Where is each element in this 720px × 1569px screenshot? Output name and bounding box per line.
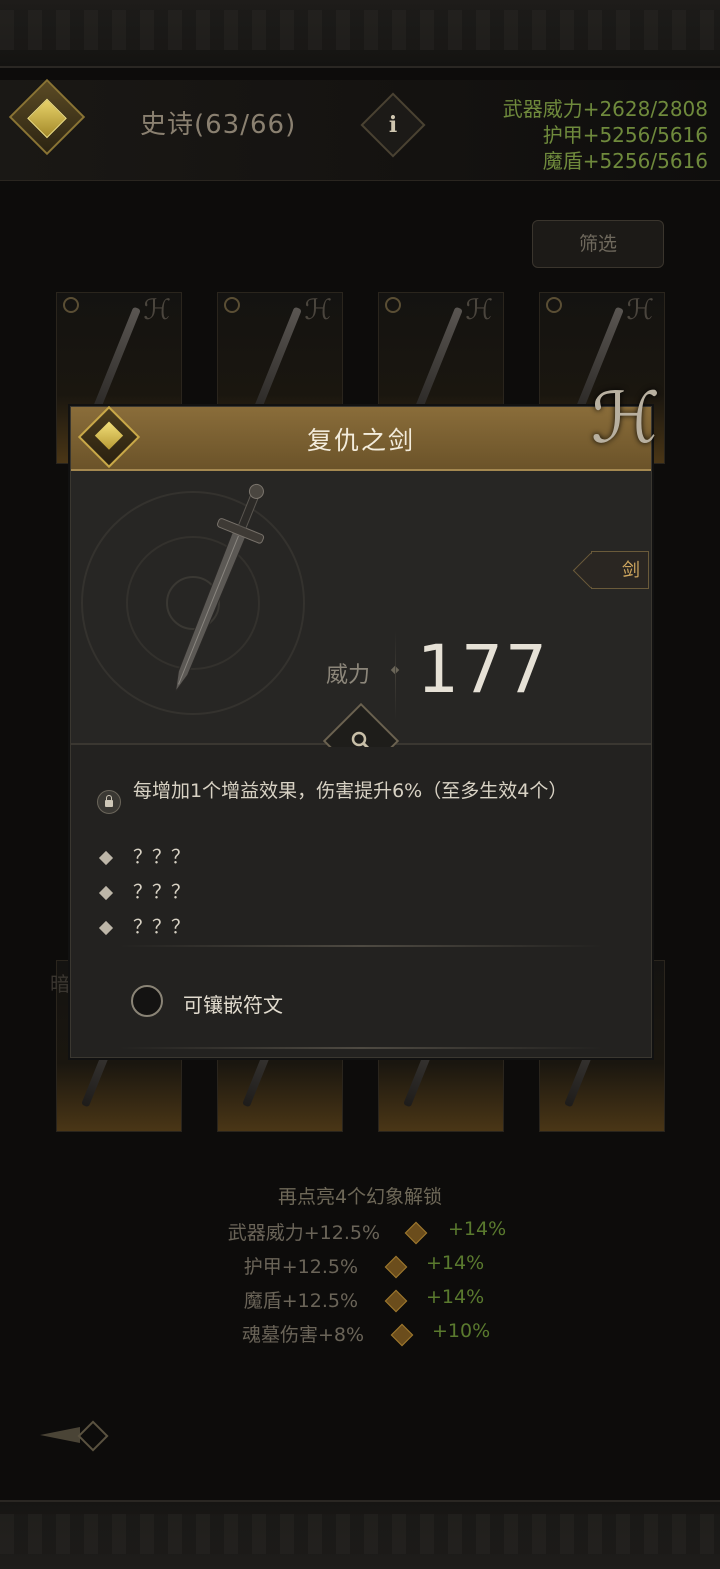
power-label: 威力 <box>326 663 371 688</box>
effect-row: ？？？ <box>98 880 621 905</box>
sword-icon <box>175 483 265 693</box>
rune-slot-label: 可镶嵌符文 <box>183 993 283 1017</box>
effect-text: ？？？ <box>133 846 191 868</box>
bonus-armor: 护甲+5256/5616 <box>542 123 708 147</box>
lock-icon <box>97 790 121 814</box>
effect-row: ？？？ <box>98 845 621 870</box>
back-arrow-icon <box>40 1427 80 1443</box>
unlock-row: 魔盾+12.5% +14% <box>0 1286 720 1316</box>
divider <box>119 945 603 947</box>
effect-text: ？？？ <box>133 916 191 938</box>
unlock-next: +10% <box>432 1320 491 1342</box>
divider <box>119 1047 603 1049</box>
unlock-row: 武器威力+12.5% +14% <box>0 1218 720 1248</box>
bullet-icon <box>98 885 114 901</box>
bottom-ornament-frame <box>0 1500 720 1569</box>
unlock-current: 护甲+12.5% <box>243 1256 358 1278</box>
weapon-detail-modal: 复仇之剑 ℋ 剑 威力 177 每增加1个增益效果，伤害提升6%（至多生效4个）… <box>70 377 660 1058</box>
weapon-type-tag: 剑 <box>591 551 649 589</box>
back-diamond-icon <box>77 1420 109 1452</box>
arrow-icon <box>404 1221 428 1245</box>
back-button[interactable] <box>30 1405 130 1465</box>
rarity-title[interactable]: 史诗(63/66) <box>140 104 296 141</box>
bonus-magic-shield: 魔盾+5256/5616 <box>542 149 708 173</box>
unlock-next: +14% <box>426 1286 485 1308</box>
filter-button[interactable]: 筛选 <box>532 220 664 268</box>
effect-row: ？？？ <box>98 915 621 940</box>
bonus-weapon-power: 武器威力+2628/2808 <box>502 97 708 121</box>
unlock-row: 护甲+12.5% +14% <box>0 1252 720 1282</box>
effect-text: ？？？ <box>133 881 191 903</box>
arrow-icon <box>384 1255 408 1279</box>
crest-icon: ℋ <box>591 377 661 459</box>
unlock-current: 魔盾+12.5% <box>243 1290 358 1312</box>
power-value: 177 <box>417 631 549 708</box>
unlock-title: 再点亮4个幻象解锁 <box>277 1186 443 1208</box>
bullet-icon <box>98 920 114 936</box>
effect-text: 每增加1个增益效果，伤害提升6%（至多生效4个） <box>133 780 568 802</box>
top-ornament-frame <box>0 0 720 68</box>
rune-slot-radio[interactable] <box>131 985 163 1017</box>
bullet-icon <box>98 850 114 866</box>
unlock-next: +14% <box>448 1218 507 1240</box>
card-name-partial: 暗 <box>50 972 70 996</box>
collection-bonus: 武器威力+2628/2808 护甲+5256/5616 魔盾+5256/5616 <box>503 96 708 174</box>
arrow-icon <box>390 1323 414 1347</box>
weapon-name: 复仇之剑 <box>306 426 415 455</box>
separator-line <box>395 631 396 721</box>
unlock-row: 魂墓伤害+8% +10% <box>0 1320 720 1350</box>
unlock-current: 魂墓伤害+8% <box>241 1324 364 1346</box>
unlock-next: +14% <box>426 1252 485 1274</box>
arrow-icon <box>384 1289 408 1313</box>
unlock-current: 武器威力+12.5% <box>227 1222 380 1244</box>
effect-row: 每增加1个增益效果，伤害提升6%（至多生效4个） <box>97 779 621 814</box>
